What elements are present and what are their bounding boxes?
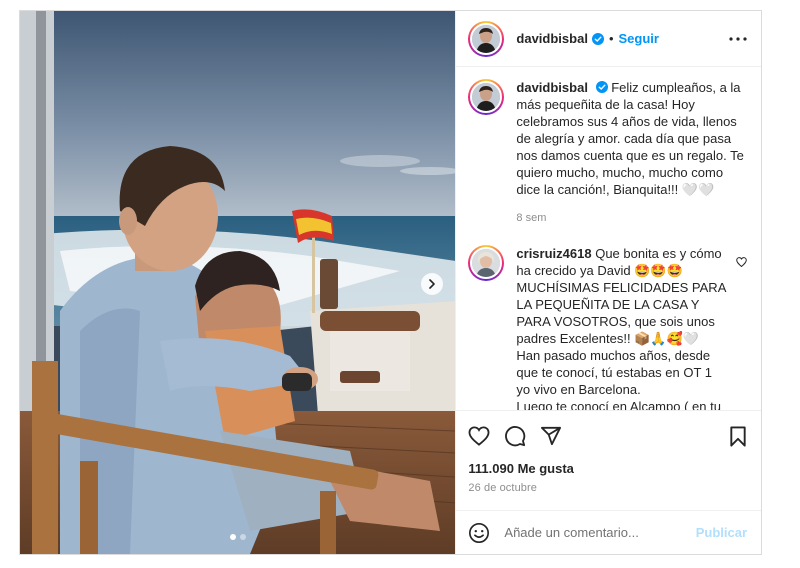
author-avatar-image <box>472 24 501 53</box>
like-button[interactable] <box>468 426 490 446</box>
carousel-dot-2 <box>239 534 246 540</box>
comment-button[interactable] <box>504 425 526 447</box>
publish-button[interactable]: Publicar <box>696 525 747 540</box>
likes-count[interactable]: 111.090 Me gusta <box>468 461 747 476</box>
emoji-smile-icon <box>469 522 490 543</box>
heart-icon <box>468 426 490 446</box>
chevron-right-icon <box>429 279 436 289</box>
comment-like-button[interactable] <box>736 254 747 410</box>
author-avatar[interactable] <box>468 20 505 57</box>
commenter-avatar-image <box>472 249 501 277</box>
comments-list[interactable]: davidbisbal Feliz cumpleaños, a la más p… <box>456 67 761 410</box>
caption-entry: davidbisbal Feliz cumpleaños, a la más p… <box>468 79 747 227</box>
carousel-dot-1 <box>229 534 236 540</box>
paper-plane-icon <box>541 426 562 446</box>
post-actions: 111.090 Me gusta 26 de octubre <box>456 410 761 510</box>
photo-scene <box>20 11 456 554</box>
commenter-username[interactable]: crisruiz4618 <box>516 246 591 261</box>
more-options-icon <box>729 36 747 41</box>
save-button[interactable] <box>729 425 747 447</box>
follow-button[interactable]: Seguir <box>619 31 659 46</box>
verified-badge-icon <box>595 81 608 93</box>
header-separator: • <box>608 31 614 46</box>
caption-author-avatar[interactable] <box>468 79 505 115</box>
author-username[interactable]: davidbisbal <box>516 31 588 46</box>
share-button[interactable] <box>540 426 562 446</box>
caption-timestamp[interactable]: 8 sem <box>516 210 747 227</box>
carousel-indicator <box>20 534 455 540</box>
more-options-button[interactable] <box>729 36 747 41</box>
verified-badge-icon <box>591 32 604 45</box>
caption-text: Feliz cumpleaños, a la más pequeñita de … <box>516 80 748 197</box>
bookmark-icon <box>730 425 746 447</box>
caption-avatar-image <box>472 83 501 111</box>
heart-icon <box>736 257 747 268</box>
commenter-avatar[interactable] <box>468 245 505 281</box>
post-date[interactable]: 26 de octubre <box>468 482 747 494</box>
instagram-post: davidbisbal • Seguir davidbisbal Feliz c… <box>19 10 762 555</box>
post-side-panel: davidbisbal • Seguir davidbisbal Feliz c… <box>455 11 761 554</box>
caption-username[interactable]: davidbisbal <box>516 80 588 95</box>
add-comment-bar: Publicar <box>456 510 761 554</box>
comment-input[interactable] <box>504 525 696 540</box>
post-photo[interactable] <box>20 11 456 554</box>
emoji-button[interactable] <box>468 522 490 544</box>
comment-icon <box>505 426 526 447</box>
comment-item: crisruiz4618 Que bonita es y cómo ha cre… <box>468 245 747 410</box>
post-header: davidbisbal • Seguir <box>456 11 761 67</box>
comment-text: Que bonita es y cómo ha crecido ya David… <box>516 246 726 410</box>
